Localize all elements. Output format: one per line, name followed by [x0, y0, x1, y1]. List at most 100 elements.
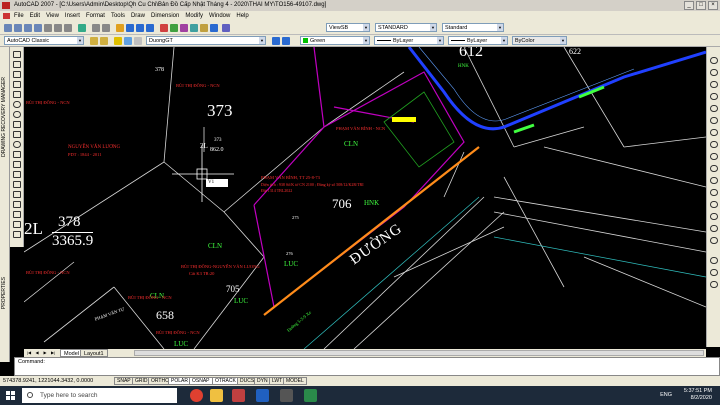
circle-icon[interactable]	[13, 111, 21, 118]
copy-icon[interactable]	[54, 24, 62, 32]
layer-previous-icon[interactable]	[282, 37, 290, 45]
system-clock[interactable]: 5:37:51 PM 8/2/2020	[684, 388, 712, 402]
make-current-layer-icon[interactable]	[272, 37, 280, 45]
snap-toggle[interactable]: SNAP	[114, 377, 134, 385]
design-center-icon[interactable]	[170, 24, 178, 32]
region-icon[interactable]	[13, 211, 21, 218]
multiline-text-icon[interactable]	[13, 231, 21, 238]
drawing-recovery-manager-tab[interactable]: DRAWING RECOVERY MANAGER	[1, 77, 7, 157]
polar-toggle[interactable]: POLAR	[168, 377, 191, 385]
rectangle-icon[interactable]	[13, 91, 21, 98]
next-tab-icon[interactable]: ▶	[42, 350, 48, 356]
stretch-icon[interactable]	[710, 153, 718, 160]
menu-modify[interactable]: Modify	[185, 11, 203, 21]
named-view-combo[interactable]: ViewSB ▼	[326, 23, 370, 32]
language-indicator[interactable]: ENG	[660, 392, 672, 398]
menu-tools[interactable]: Tools	[111, 11, 125, 21]
dimension-aligned-icon[interactable]	[710, 269, 718, 276]
pan-icon[interactable]	[116, 24, 124, 32]
maximize-button[interactable]: □	[696, 1, 706, 10]
osnap-toggle[interactable]: OSNAP	[189, 377, 213, 385]
insert-block-icon[interactable]	[13, 161, 21, 168]
calculator-icon[interactable]	[210, 24, 218, 32]
trim-icon[interactable]	[710, 165, 718, 172]
polygon-icon[interactable]	[13, 81, 21, 88]
ellipse-arc-icon[interactable]	[13, 151, 21, 158]
file-explorer-icon[interactable]	[210, 389, 223, 402]
text-style-combo[interactable]: STANDARD ▼	[375, 23, 437, 32]
tab-layout1[interactable]: Layout1	[80, 349, 108, 357]
command-prompt[interactable]: Command:	[18, 359, 45, 365]
drawing-canvas[interactable]: 612 622 HNK 373 378 BÙI THỊ ĐÔNG - NCN 2…	[24, 47, 706, 349]
menu-draw[interactable]: Draw	[131, 11, 145, 21]
layer-freeze-icon[interactable]	[124, 37, 132, 45]
copy-object-icon[interactable]	[710, 69, 718, 76]
hatch-icon[interactable]	[13, 191, 21, 198]
menu-insert[interactable]: Insert	[65, 11, 80, 21]
menu-window[interactable]: Window	[209, 11, 230, 21]
dim-style-combo[interactable]: Standard ▼	[442, 23, 504, 32]
dimension-linear-icon[interactable]	[710, 257, 718, 264]
explode-icon[interactable]	[710, 237, 718, 244]
autocad-taskbar-icon[interactable]	[280, 389, 293, 402]
rotate-icon[interactable]	[710, 129, 718, 136]
plotstyle-combo[interactable]: ByColor ▼	[512, 36, 567, 45]
array-icon[interactable]	[710, 105, 718, 112]
arc-icon[interactable]	[13, 101, 21, 108]
close-button[interactable]: ×	[708, 1, 718, 10]
chamfer-icon[interactable]	[710, 213, 718, 220]
command-window[interactable]: Command:	[14, 357, 720, 376]
lineweight-combo[interactable]: ByLayer ▼	[448, 36, 508, 45]
gradient-icon[interactable]	[13, 201, 21, 208]
scale-icon[interactable]	[710, 141, 718, 148]
cut-icon[interactable]	[44, 24, 52, 32]
layer-on-icon[interactable]	[114, 37, 122, 45]
undo-icon[interactable]	[92, 24, 100, 32]
last-tab-icon[interactable]: ▶|	[50, 350, 56, 356]
zoom-realtime-icon[interactable]	[126, 24, 134, 32]
dimension-radius-icon[interactable]	[710, 281, 718, 288]
zoom-previous-icon[interactable]	[146, 24, 154, 32]
redo-icon[interactable]	[102, 24, 110, 32]
properties-tab[interactable]: PROPERTIES	[1, 277, 7, 309]
new-file-icon[interactable]	[4, 24, 12, 32]
tool-palettes-icon[interactable]	[180, 24, 188, 32]
open-file-icon[interactable]	[14, 24, 22, 32]
polyline-icon[interactable]	[13, 71, 21, 78]
layer-lock-icon[interactable]	[134, 37, 142, 45]
mirror-icon[interactable]	[710, 81, 718, 88]
paste-icon[interactable]	[64, 24, 72, 32]
erase-icon[interactable]	[710, 57, 718, 64]
ellipse-icon[interactable]	[13, 141, 21, 148]
move-icon[interactable]	[710, 117, 718, 124]
workspace-combo[interactable]: AutoCAD Classic ▼	[4, 36, 84, 45]
help-icon[interactable]	[222, 24, 230, 32]
break-icon[interactable]	[710, 189, 718, 196]
menu-view[interactable]: View	[46, 11, 59, 21]
markup-icon[interactable]	[200, 24, 208, 32]
menu-dimension[interactable]: Dimension	[151, 11, 179, 21]
minimize-button[interactable]: _	[684, 1, 694, 10]
linetype-combo[interactable]: ByLayer ▼	[374, 36, 444, 45]
layer-manager-icon[interactable]	[90, 37, 98, 45]
sheet-set-icon[interactable]	[190, 24, 198, 32]
revision-cloud-icon[interactable]	[13, 121, 21, 128]
menu-help[interactable]: Help	[236, 11, 248, 21]
first-tab-icon[interactable]: |◀	[26, 350, 32, 356]
menu-file[interactable]: File	[14, 11, 24, 21]
make-block-icon[interactable]	[13, 171, 21, 178]
spline-icon[interactable]	[13, 131, 21, 138]
taskbar-search-box[interactable]: Type here to search	[22, 388, 177, 403]
media-app-icon[interactable]	[232, 389, 245, 402]
word-icon[interactable]	[256, 389, 269, 402]
extend-icon[interactable]	[710, 177, 718, 184]
zoom-window-icon[interactable]	[136, 24, 144, 32]
save-icon[interactable]	[24, 24, 32, 32]
point-icon[interactable]	[13, 181, 21, 188]
prev-tab-icon[interactable]: ◀	[34, 350, 40, 356]
otrack-toggle[interactable]: OTRACK	[212, 377, 239, 385]
color-combo[interactable]: Green ▼	[300, 36, 370, 45]
layer-state-icon[interactable]	[100, 37, 108, 45]
offset-icon[interactable]	[710, 93, 718, 100]
menu-format[interactable]: Format	[86, 11, 105, 21]
